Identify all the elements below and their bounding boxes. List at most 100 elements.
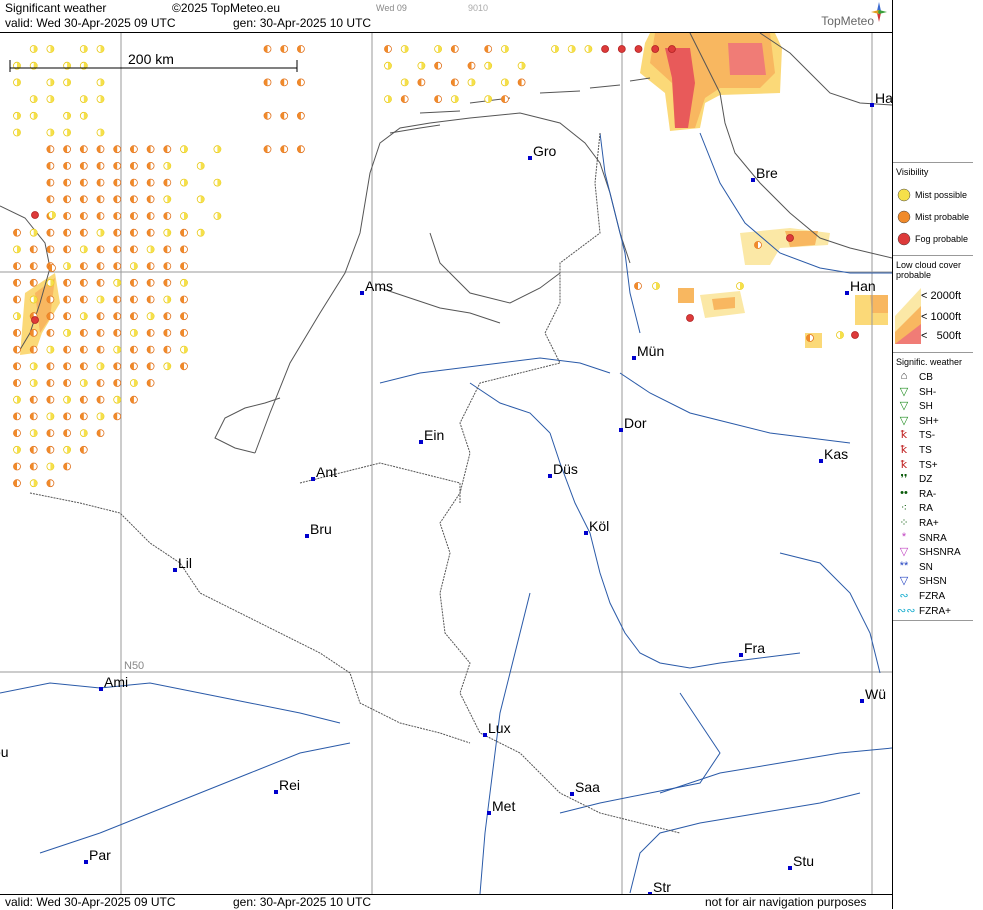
- mist-possible-icon: [163, 228, 172, 237]
- mist-possible-icon: [551, 45, 559, 53]
- mist-probable-icon: [63, 245, 71, 254]
- mist-probable-icon: [113, 295, 122, 304]
- sigwx-legend-label: TS: [919, 445, 932, 456]
- mist-probable-icon: [29, 412, 38, 421]
- topmeteo-brand: TopMeteo: [821, 14, 874, 28]
- mist-possible-icon: [46, 95, 55, 103]
- mist-probable-icon: [113, 178, 122, 187]
- mist-probable-icon: [79, 212, 88, 220]
- mist-probable-icon: [96, 395, 105, 404]
- mist-possible-icon: [129, 328, 138, 337]
- city-lux[interactable]: Lux: [483, 720, 511, 737]
- mist-probable-icon: [96, 161, 105, 170]
- mist-possible-icon: [63, 328, 71, 337]
- city-marker-icon: [84, 860, 88, 864]
- city-marker-icon: [360, 291, 364, 295]
- city-label: Ant: [316, 464, 337, 480]
- mist-probable-icon: [79, 178, 88, 187]
- mist-probable-icon: [163, 245, 172, 254]
- mist-probable-icon: [79, 412, 88, 421]
- city-marker-icon: [548, 474, 552, 478]
- timeline-day[interactable]: Wed 09: [376, 3, 407, 13]
- city-kas[interactable]: Kas: [819, 446, 848, 463]
- mist-probable-icon: [163, 145, 172, 154]
- snow-rain-icon: *: [901, 530, 907, 543]
- city-bru[interactable]: Bru: [305, 521, 332, 538]
- fog-probable-icon: [851, 331, 859, 339]
- city-fra[interactable]: Fra: [739, 640, 765, 657]
- city-düs[interactable]: Düs: [548, 461, 578, 478]
- rain-heavy-icon: ⁘: [899, 517, 909, 529]
- city-label: Köl: [589, 518, 609, 534]
- mist-possible-icon: [96, 362, 105, 371]
- mist-possible-icon: [46, 45, 55, 53]
- mist-probable-icon: [96, 212, 105, 220]
- city-label: Kas: [824, 446, 848, 462]
- mist-possible-icon: [63, 78, 71, 87]
- mist-possible-icon: [180, 212, 188, 220]
- city-ein[interactable]: Ein: [419, 427, 444, 444]
- mist-probable-icon: [46, 195, 55, 204]
- rain-light-icon: ••: [900, 486, 908, 499]
- weather-map[interactable]: N50 200 km GroBreHaAms HanMünDorEinAnt D…: [0, 33, 892, 894]
- city-köl[interactable]: Köl: [584, 518, 609, 535]
- mist-probable-icon: [146, 379, 155, 387]
- mist-probable-icon: [46, 161, 55, 170]
- mist-possible-icon: [467, 78, 476, 87]
- mist-probable-icon: [96, 379, 105, 387]
- timeline-hour[interactable]: 9010: [468, 3, 488, 13]
- mist-possible-icon: [484, 61, 493, 70]
- city-stu[interactable]: Stu: [788, 853, 814, 870]
- city-wü[interactable]: Wü: [860, 686, 886, 703]
- city-ant[interactable]: Ant: [311, 464, 337, 481]
- mist-possible-icon: [213, 212, 222, 220]
- city-ams[interactable]: Ams: [360, 278, 393, 295]
- mist-probable-icon: [146, 145, 155, 154]
- mist-probable-icon: [96, 429, 105, 438]
- mist-possible-icon: [46, 78, 55, 87]
- thunderstorm-light-icon: ꝁ: [900, 429, 908, 442]
- mist-probable-icon: [450, 78, 459, 87]
- city-gro[interactable]: Gro: [528, 143, 557, 160]
- mist-possible-icon: [79, 379, 88, 387]
- sigwx-legend-label: SH+: [919, 415, 939, 427]
- mist-possible-icon: [213, 145, 222, 154]
- mist-probable-icon: [79, 262, 88, 271]
- mist-possible-icon: [46, 412, 55, 421]
- city-ami[interactable]: Ami: [99, 674, 128, 691]
- mist-probable-icon: [129, 178, 138, 187]
- lowcloud-legend-label: < 500ft: [921, 330, 962, 342]
- mist-probable-icon: [263, 45, 272, 53]
- mist-probable-icon: [113, 262, 122, 271]
- mist-possible-icon: [96, 228, 105, 237]
- mist-probable-icon: [79, 328, 88, 337]
- mist-probable-icon: [146, 161, 155, 170]
- city-rei[interactable]: Rei: [274, 777, 300, 794]
- city-mün[interactable]: Mün: [632, 343, 664, 360]
- city-saa[interactable]: Saa: [570, 779, 600, 796]
- city-bre[interactable]: Bre: [751, 165, 778, 182]
- city-par[interactable]: Par: [84, 847, 111, 864]
- mist-possible-icon: [79, 95, 88, 103]
- city-marker-icon: [528, 156, 532, 160]
- city-str[interactable]: Str: [648, 879, 671, 894]
- city-markers[interactable]: Gro Bre Ha Ams Han Mün Dor Ein Ant Düs Kas Köl Bru Li…: [0, 90, 892, 894]
- mist-probable-icon: [96, 345, 105, 354]
- mist-probable-icon: [180, 328, 188, 337]
- mist-probable-icon: [754, 241, 762, 249]
- mist-possible-icon: [517, 61, 526, 70]
- city-ha[interactable]: Ha: [870, 90, 892, 107]
- mist-possible-icon: [400, 45, 409, 53]
- city-ou[interactable]: ou: [0, 744, 9, 761]
- city-marker-icon: [845, 291, 849, 295]
- city-met[interactable]: Met: [487, 798, 515, 815]
- city-han[interactable]: Han: [845, 278, 876, 295]
- mist-probable-icon: [296, 145, 305, 154]
- fog-probable-icon: [786, 234, 794, 242]
- mist-possible-icon: [13, 395, 21, 404]
- mist-probable-icon: [163, 262, 172, 271]
- mist-probable-icon: [113, 412, 122, 421]
- city-dor[interactable]: Dor: [619, 415, 647, 432]
- mist-possible-icon: [63, 111, 71, 120]
- city-lil[interactable]: Lil: [173, 555, 192, 572]
